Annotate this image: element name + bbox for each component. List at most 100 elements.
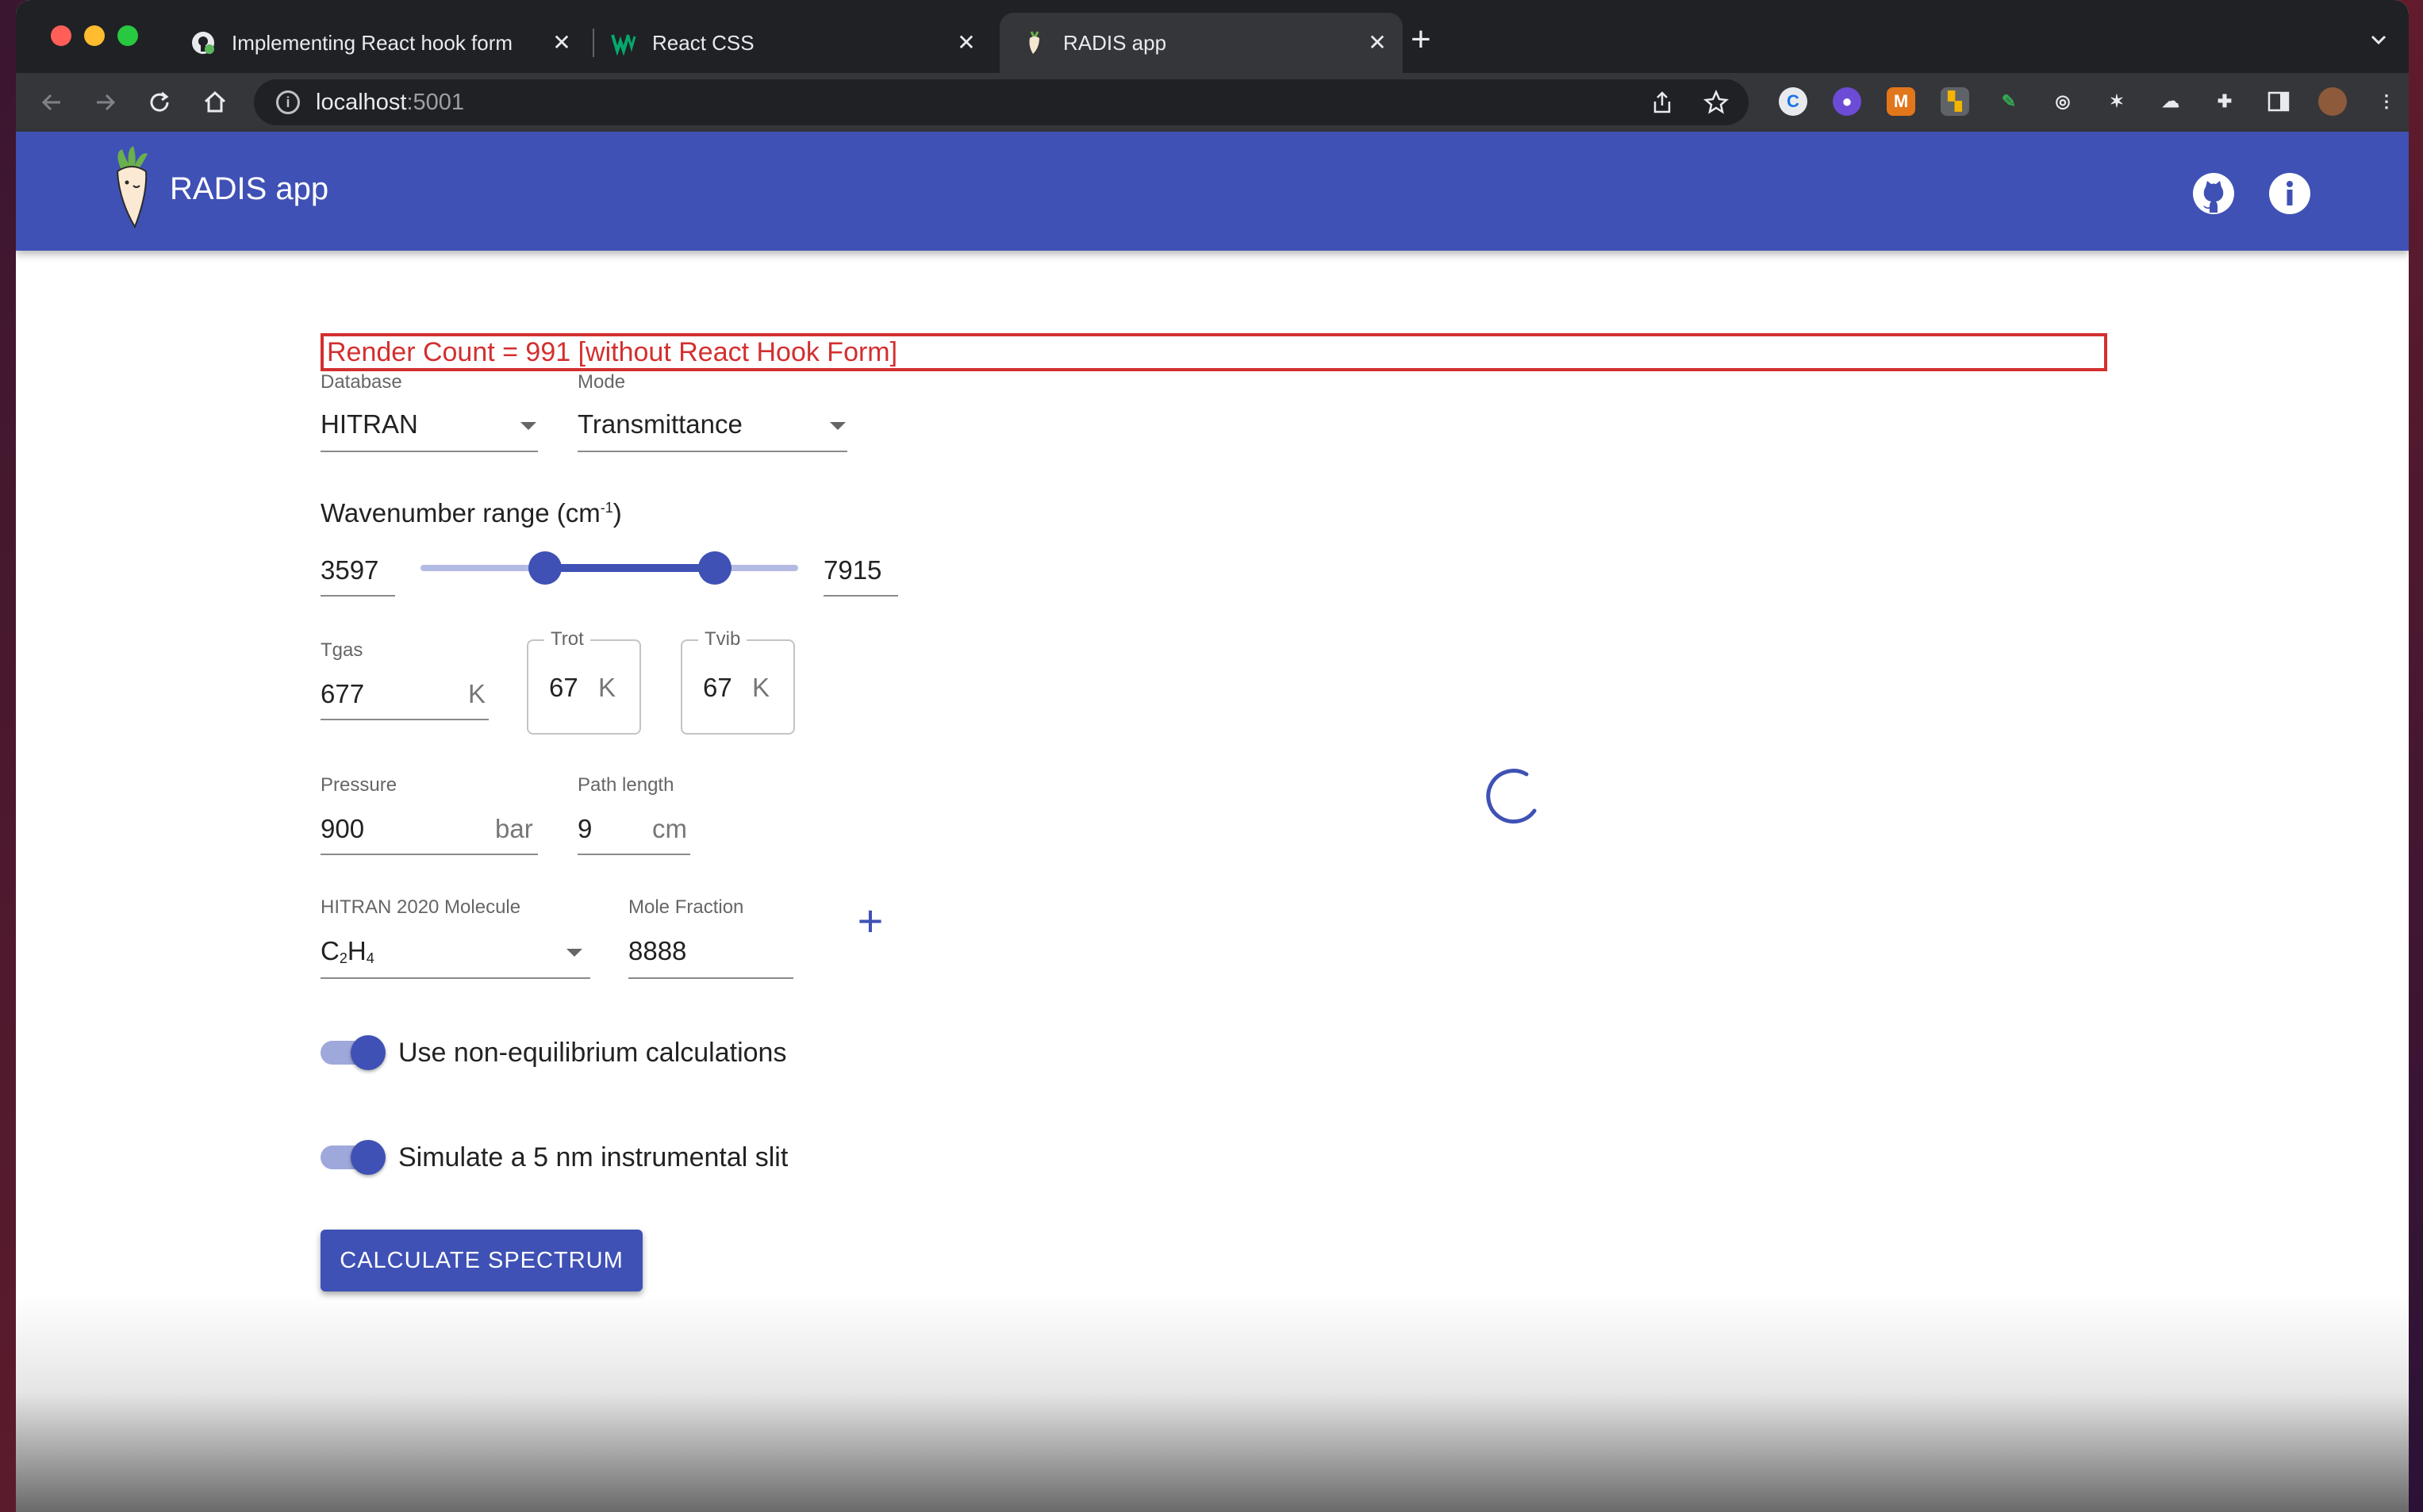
extension-icon[interactable]: ✶ bbox=[2102, 87, 2131, 116]
wavenumber-title-exponent: -1 bbox=[600, 500, 613, 516]
tab-title: React CSS bbox=[652, 30, 755, 55]
mole-fraction-underline bbox=[628, 977, 793, 979]
w3schools-icon bbox=[611, 30, 636, 56]
address-bar[interactable]: i localhost:5001 bbox=[254, 79, 1749, 125]
tvib-value: 67 bbox=[703, 673, 732, 702]
close-window-button[interactable] bbox=[51, 25, 71, 46]
forward-icon[interactable] bbox=[89, 86, 122, 119]
minimize-window-button[interactable] bbox=[84, 25, 105, 46]
molecule-sub-2: 4 bbox=[366, 950, 374, 966]
molecule-h: H bbox=[347, 936, 367, 965]
trot-label: Trot bbox=[544, 628, 590, 650]
mole-fraction-label: Mole Fraction bbox=[628, 896, 744, 918]
browser-toolbar: i localhost:5001 C ● M ▚ ✎ ◎ ✶ ☁ ✚ ⋮ bbox=[16, 73, 2409, 132]
database-label: Database bbox=[321, 371, 402, 393]
browser-window: Implementing React hook form ✕ React CSS… bbox=[16, 0, 2409, 1512]
add-molecule-button[interactable]: + bbox=[851, 899, 890, 943]
path-length-underline bbox=[578, 854, 690, 855]
pressure-unit: bar bbox=[495, 814, 533, 843]
close-icon[interactable]: ✕ bbox=[1365, 30, 1390, 56]
instrumental-slit-label: Simulate a 5 nm instrumental slit bbox=[398, 1142, 789, 1172]
app-bar: RADIS app bbox=[16, 132, 2409, 251]
share-icon[interactable] bbox=[1649, 89, 1676, 116]
tgas-unit: K bbox=[468, 679, 486, 708]
tvib-unit: K bbox=[752, 673, 770, 702]
tvib-input[interactable] bbox=[681, 639, 795, 735]
wavenumber-title-close: ) bbox=[612, 498, 622, 528]
chevron-down-icon[interactable] bbox=[2367, 29, 2390, 51]
url-port: :5001 bbox=[406, 89, 465, 115]
puzzle-icon[interactable]: ✚ bbox=[2210, 87, 2239, 116]
mode-label: Mode bbox=[578, 371, 626, 393]
pen-icon[interactable]: ✎ bbox=[1995, 87, 2023, 116]
back-icon[interactable] bbox=[35, 86, 68, 119]
tab-radis-app[interactable]: RADIS app ✕ bbox=[1000, 13, 1403, 73]
database-value: HITRAN bbox=[321, 409, 418, 439]
github-icon[interactable] bbox=[2191, 171, 2236, 216]
pressure-underline bbox=[321, 854, 538, 855]
extension-icon[interactable]: ▚ bbox=[1941, 87, 1969, 116]
tgas-value: 677 bbox=[321, 679, 365, 708]
cloud-icon[interactable]: ☁ bbox=[2156, 87, 2185, 116]
path-length-value: 9 bbox=[578, 814, 593, 843]
tvib-label: Tvib bbox=[698, 628, 747, 650]
sidebar-icon[interactable] bbox=[2264, 87, 2293, 116]
wavenumber-min-underline bbox=[321, 595, 395, 597]
home-icon[interactable] bbox=[198, 86, 232, 119]
close-icon[interactable]: ✕ bbox=[954, 30, 979, 56]
extension-icon[interactable]: ◎ bbox=[2049, 87, 2077, 116]
path-length-unit: cm bbox=[652, 814, 687, 843]
bookmark-star-icon[interactable] bbox=[1703, 89, 1730, 116]
switch-thumb bbox=[351, 1140, 386, 1175]
slider-thumb-high[interactable] bbox=[698, 551, 732, 585]
chevron-down-icon bbox=[520, 422, 536, 430]
mode-underline bbox=[578, 451, 847, 452]
reload-icon[interactable] bbox=[143, 86, 176, 119]
slider-track bbox=[545, 564, 716, 572]
molecule-sub-1: 2 bbox=[339, 950, 348, 966]
render-count-banner: Render Count = 991 [without React Hook F… bbox=[321, 333, 2107, 371]
mode-value: Transmittance bbox=[578, 409, 743, 439]
github-icon bbox=[190, 30, 216, 56]
close-icon[interactable]: ✕ bbox=[549, 30, 574, 56]
wavenumber-title: Wavenumber range (cm-1) bbox=[321, 498, 622, 528]
tgas-underline bbox=[321, 719, 489, 720]
calculate-spectrum-button[interactable]: CALCULATE SPECTRUM bbox=[321, 1230, 643, 1291]
wavenumber-min-value: 3597 bbox=[321, 555, 379, 585]
pressure-label: Pressure bbox=[321, 774, 397, 796]
extension-icon[interactable]: C bbox=[1779, 87, 1807, 116]
trot-value: 67 bbox=[549, 673, 578, 702]
main-content: Render Count = 991 [without React Hook F… bbox=[16, 251, 2409, 1512]
more-icon[interactable]: ⋮ bbox=[2372, 87, 2401, 116]
chevron-down-icon bbox=[566, 949, 582, 957]
wavenumber-max-value: 7915 bbox=[824, 555, 882, 585]
new-tab-button[interactable]: + bbox=[1411, 22, 1431, 57]
loading-spinner-icon bbox=[1486, 769, 1537, 824]
molecule-c: C bbox=[321, 936, 340, 965]
wavenumber-title-text: Wavenumber range (cm bbox=[321, 498, 601, 528]
slider-thumb-low[interactable] bbox=[528, 551, 563, 585]
radish-icon bbox=[1022, 30, 1047, 56]
info-icon[interactable] bbox=[2267, 171, 2312, 216]
avatar[interactable] bbox=[2318, 87, 2347, 116]
metamask-icon[interactable]: M bbox=[1887, 87, 1915, 116]
app-title: RADIS app bbox=[170, 171, 329, 206]
site-info-icon[interactable]: i bbox=[276, 90, 300, 114]
trot-unit: K bbox=[598, 673, 616, 702]
molecule-label: HITRAN 2020 Molecule bbox=[321, 896, 521, 918]
trot-input[interactable] bbox=[527, 639, 641, 735]
path-length-label: Path length bbox=[578, 774, 674, 796]
tab-title: RADIS app bbox=[1063, 30, 1167, 55]
tab-separator bbox=[593, 29, 594, 57]
tab-react-hook-form[interactable]: Implementing React hook form ✕ bbox=[190, 13, 587, 73]
maximize-window-button[interactable] bbox=[117, 25, 138, 46]
tab-strip: Implementing React hook form ✕ React CSS… bbox=[16, 0, 2409, 73]
tab-title: Implementing React hook form bbox=[232, 30, 513, 55]
tab-react-css[interactable]: React CSS ✕ bbox=[595, 13, 992, 73]
url-host: localhost bbox=[316, 89, 407, 115]
extension-icon[interactable]: ● bbox=[1833, 87, 1861, 116]
non-equilibrium-label: Use non-equilibrium calculations bbox=[398, 1038, 787, 1068]
bottom-fade-overlay bbox=[16, 1295, 2409, 1512]
mole-fraction-value: 8888 bbox=[628, 936, 687, 965]
molecule-underline bbox=[321, 977, 590, 979]
